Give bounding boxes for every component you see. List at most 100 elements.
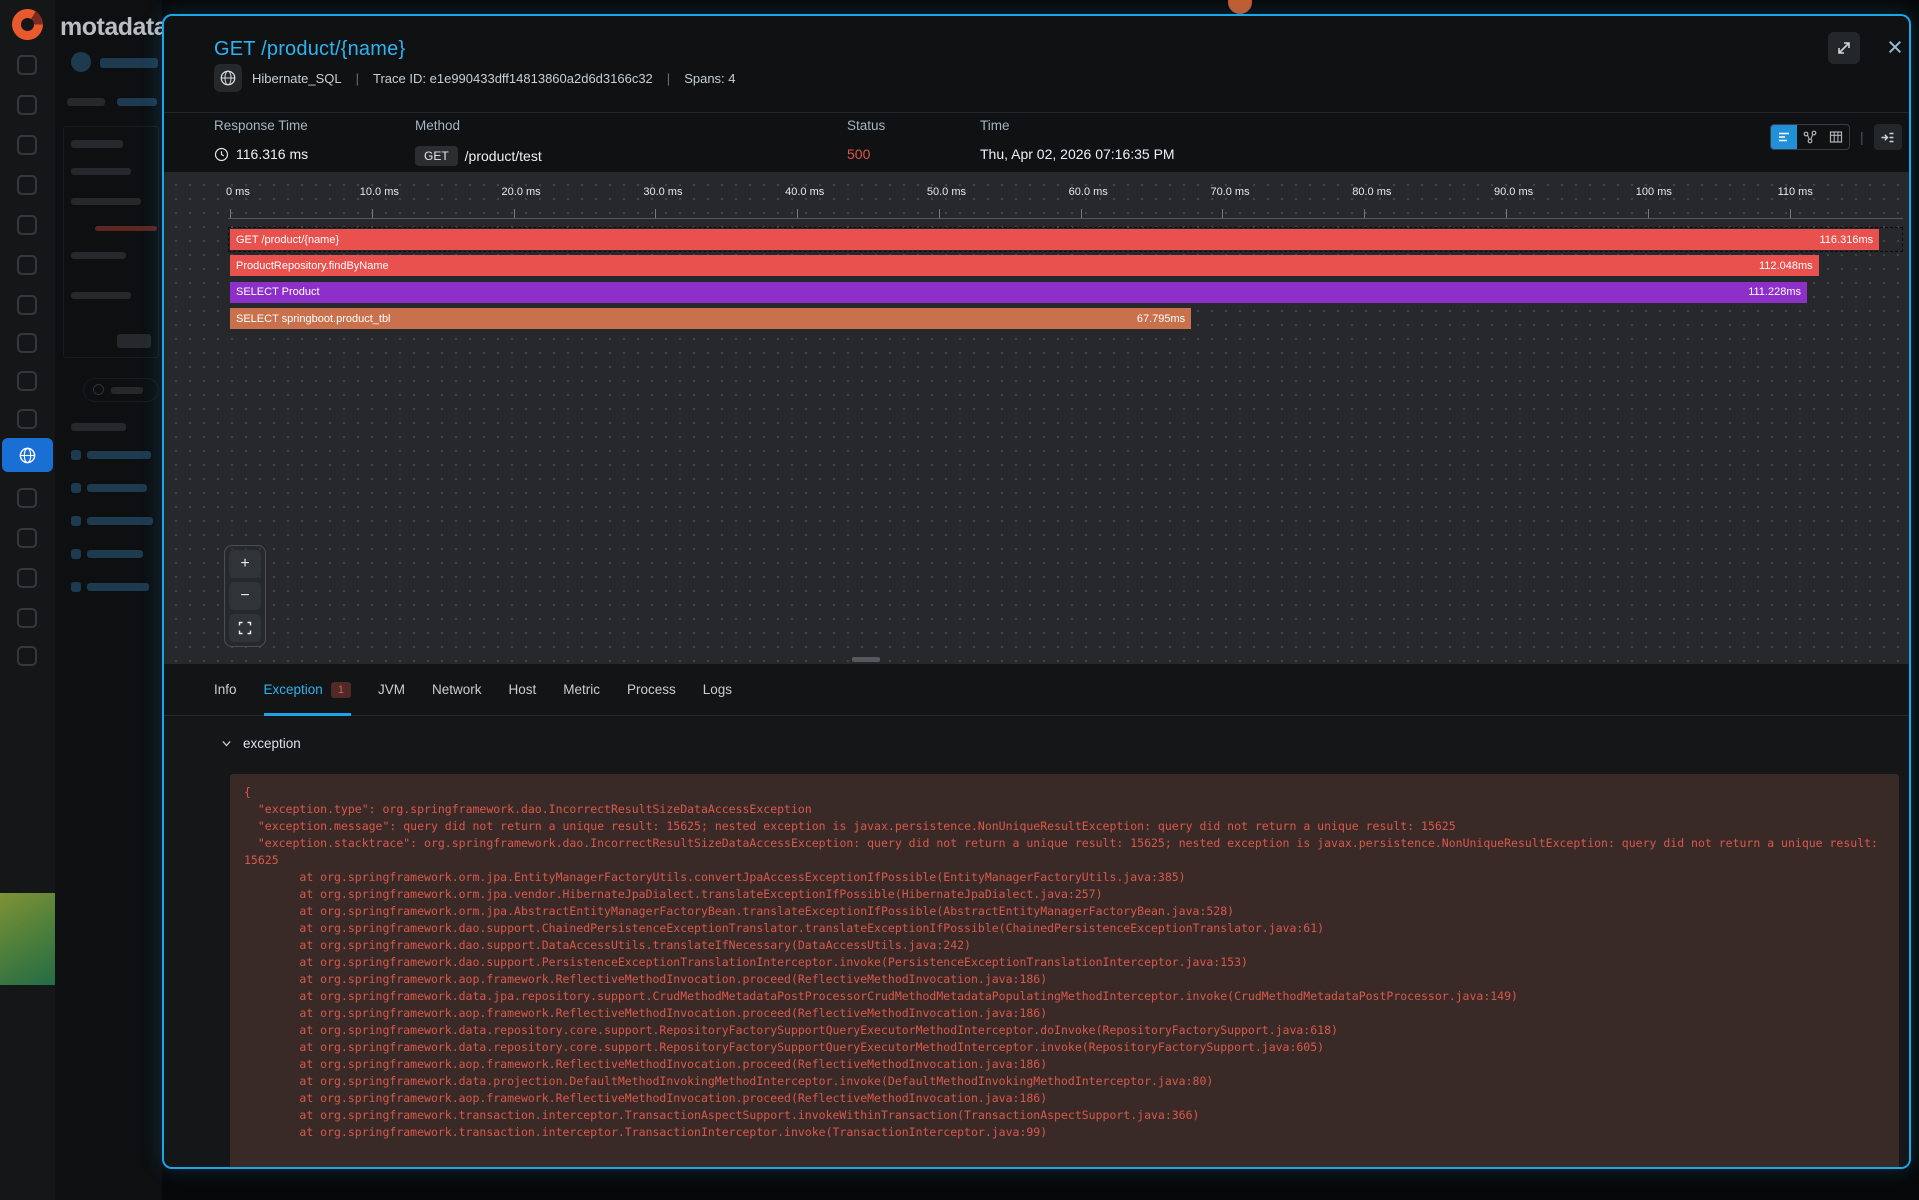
axis-tick-label: 50.0 ms	[927, 186, 966, 198]
method-label: Method	[415, 118, 460, 133]
table-view-button[interactable]	[1823, 125, 1849, 149]
tab-jvm[interactable]: JVM	[378, 664, 405, 716]
sidebar-row-skeleton-4	[71, 292, 131, 299]
axis-tick-mark	[1081, 209, 1082, 218]
endpoint-path: /product/test	[465, 148, 542, 164]
view-toolbar: |	[1770, 124, 1902, 150]
zoom-out-button[interactable]: −	[229, 582, 261, 610]
zoom-in-button[interactable]: +	[229, 550, 261, 578]
response-time-value: 116.316 ms	[214, 146, 308, 162]
tab-label: Exception	[264, 682, 323, 697]
tab-label: Logs	[703, 682, 732, 697]
sidebar-panel-skeleton	[63, 126, 159, 358]
tab-label: JVM	[378, 682, 405, 697]
rail-icon-9[interactable]	[17, 371, 37, 391]
time-label: Time	[980, 118, 1010, 133]
method-badge: GET	[415, 146, 458, 166]
fit-screen-icon	[238, 621, 252, 635]
axis-tick-label: 110 ms	[1778, 186, 1813, 198]
rail-icon-14[interactable]	[17, 608, 37, 628]
rail-item-active-traces[interactable]	[2, 438, 53, 472]
service-type-badge	[214, 64, 242, 92]
trace-link-skeleton-1[interactable]	[87, 451, 151, 459]
user-avatar[interactable]	[1228, 0, 1252, 14]
tab-host[interactable]: Host	[508, 664, 536, 716]
trace-link-skeleton-3[interactable]	[87, 517, 153, 525]
trace-list-icon-3	[71, 516, 81, 526]
axis-tick-mark	[1222, 209, 1223, 218]
fit-screen-button[interactable]	[229, 614, 261, 642]
toolbar-divider: |	[1858, 129, 1866, 145]
rail-icon-2[interactable]	[17, 95, 37, 115]
status-value: 500	[847, 146, 870, 162]
rail-icon-1[interactable]	[17, 55, 37, 75]
exception-section-toggle[interactable]: exception	[220, 736, 301, 751]
trace-span-bar[interactable]: GET /product/{name}116.316ms	[230, 229, 1879, 250]
axis-tick-label: 0 ms	[226, 186, 250, 198]
sidebar-section-label-skeleton	[71, 423, 126, 431]
axis-tick-label: 10.0 ms	[360, 186, 399, 198]
trace-subheader: Hibernate_SQL | Trace ID: e1e990433dff14…	[214, 64, 736, 92]
sidebar-service-name-skeleton	[100, 58, 158, 68]
rail-icon-6[interactable]	[17, 255, 37, 275]
tab-metric[interactable]: Metric	[563, 664, 600, 716]
tab-network[interactable]: Network	[432, 664, 482, 716]
rail-icon-5[interactable]	[17, 215, 37, 235]
axis-tick-mark	[797, 209, 798, 218]
trace-span-bar[interactable]: ProductRepository.findByName112.048ms	[230, 255, 1819, 276]
trace-link-skeleton-5[interactable]	[87, 583, 149, 591]
axis-tick-label: 80.0 ms	[1352, 186, 1391, 198]
exception-json: { "exception.type": org.springframework.…	[230, 774, 1899, 1169]
collapse-panel-button[interactable]	[1874, 124, 1902, 150]
waterfall-view-button[interactable]	[1771, 125, 1797, 149]
status-label: Status	[847, 118, 885, 133]
axis-tick-mark	[514, 209, 515, 218]
sidebar-service-avatar	[71, 52, 91, 72]
axis-tick-mark	[939, 209, 940, 218]
close-modal-button[interactable]: ×	[1878, 30, 1911, 64]
span-duration: 112.048ms	[1759, 260, 1813, 272]
panel-resize-handle[interactable]	[852, 657, 880, 662]
view-switch-group	[1770, 124, 1850, 150]
rail-icon-13[interactable]	[17, 568, 37, 588]
rail-icon-8[interactable]	[17, 333, 37, 353]
tab-logs[interactable]: Logs	[703, 664, 732, 716]
tab-label: Info	[214, 682, 237, 697]
motadata-logo-icon[interactable]	[12, 9, 43, 40]
globe-icon	[219, 69, 237, 87]
chevron-down-icon	[220, 737, 233, 750]
axis-tick-mark	[372, 209, 373, 218]
trace-row: GET /product/{name}116.316ms	[164, 229, 1909, 250]
tab-exception[interactable]: Exception1	[264, 664, 351, 716]
topology-view-icon	[1803, 130, 1817, 144]
rail-icon-4[interactable]	[17, 175, 37, 195]
sidebar-bar-skeleton	[95, 226, 157, 231]
trace-link-skeleton-4[interactable]	[87, 550, 143, 558]
timeline-axis	[228, 218, 1903, 219]
clock-icon	[214, 147, 229, 162]
header-divider	[164, 112, 1909, 113]
axis-tick-label: 70.0 ms	[1210, 186, 1249, 198]
rail-icon-15[interactable]	[17, 646, 37, 666]
sidebar-row-skeleton-2	[71, 198, 141, 205]
exception-section-title: exception	[243, 736, 301, 751]
trace-list-icon-5	[71, 582, 81, 592]
rail-icon-10[interactable]	[17, 409, 37, 429]
rail-icon-12[interactable]	[17, 528, 37, 548]
rail-icon-11[interactable]	[17, 488, 37, 508]
sidebar-label-skeleton	[71, 140, 123, 148]
expand-modal-button[interactable]	[1828, 32, 1860, 64]
trace-span-bar[interactable]: SELECT Product111.228ms	[230, 282, 1807, 303]
zoom-controls: + −	[224, 545, 266, 647]
trace-span-bar[interactable]: SELECT springboot.product_tbl67.795ms	[230, 308, 1191, 329]
background-sidebar	[55, 0, 162, 1200]
tab-process[interactable]: Process	[627, 664, 676, 716]
trace-id: Trace ID: e1e990433dff14813860a2d6d3166c…	[373, 71, 653, 86]
tab-info[interactable]: Info	[214, 664, 237, 716]
collapse-panel-icon	[1880, 130, 1895, 145]
trace-link-skeleton-2[interactable]	[87, 484, 147, 492]
span-duration: 116.316ms	[1820, 234, 1874, 246]
rail-icon-3[interactable]	[17, 135, 37, 155]
rail-icon-7[interactable]	[17, 295, 37, 315]
topology-view-button[interactable]	[1797, 125, 1823, 149]
